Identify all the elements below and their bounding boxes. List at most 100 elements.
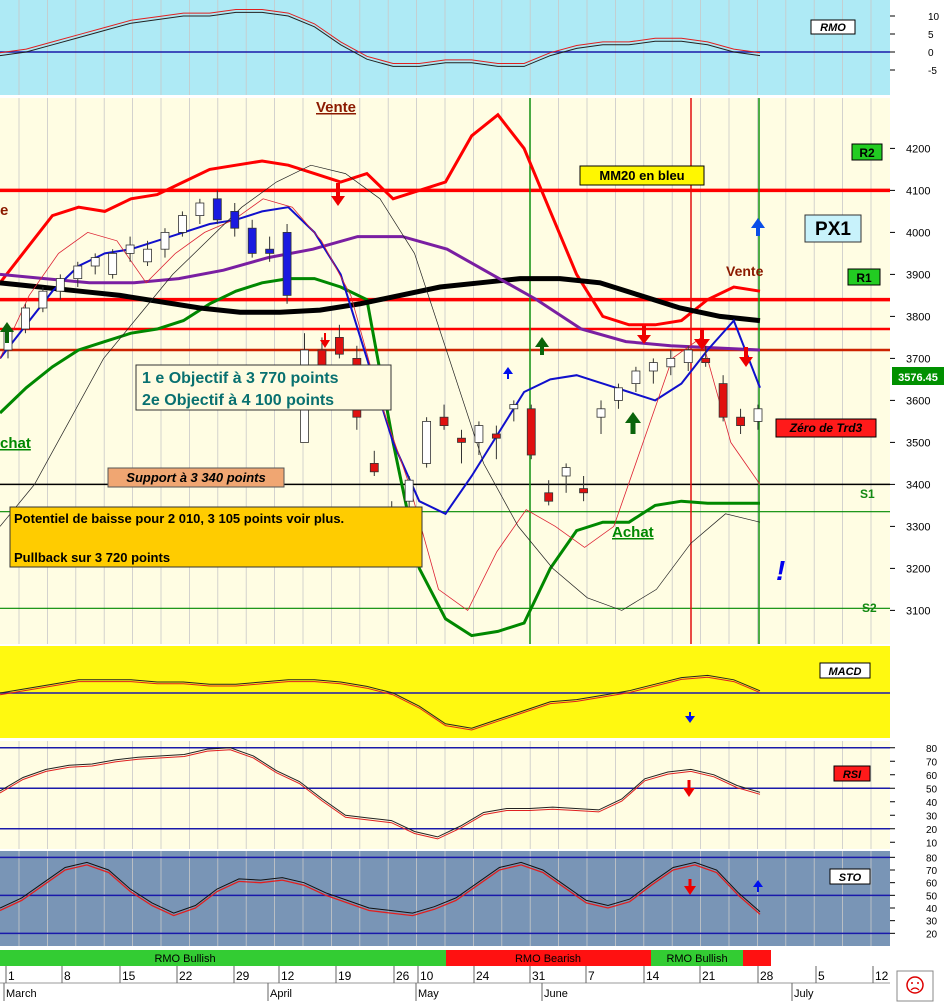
price-tick-label: 3200 — [906, 563, 930, 575]
candle-body — [90, 257, 100, 267]
candle-body — [631, 370, 641, 385]
chart-stage: -5 0 5 10 RMO 3100 3200 3300 3400 3500 3600 3700 3… — [0, 0, 948, 1003]
candle-body — [718, 383, 728, 418]
candle-body — [247, 227, 257, 254]
band-rmo-bullish-1 — [0, 950, 446, 966]
r2-label: R2 — [859, 146, 875, 160]
price-tick-label: 3300 — [906, 521, 930, 533]
objective-2: 2e Objectif à 4 100 points — [142, 392, 334, 409]
day-label: 7 — [588, 969, 595, 983]
day-label: 12 — [281, 969, 295, 983]
day-label: 26 — [396, 969, 410, 983]
vente-annotation-2: Vente — [726, 263, 764, 279]
vente-annotation: Vente — [316, 99, 356, 116]
sto-tick-label: 70 — [926, 866, 938, 877]
day-label: 1 — [8, 969, 15, 983]
sad-face-icon[interactable] — [896, 970, 934, 1002]
candle-body — [369, 462, 379, 473]
sto-tick-label: 40 — [926, 904, 938, 915]
sto-tick-label: 80 — [926, 853, 938, 864]
day-label: 15 — [122, 969, 136, 983]
candle-body — [422, 420, 432, 464]
macd-label: MACD — [829, 666, 862, 678]
right-axis-bg — [890, 0, 948, 948]
candle-body — [561, 467, 571, 477]
day-label: 28 — [760, 969, 774, 983]
candle-body — [334, 336, 344, 355]
zero-trd3-annotation: Zéro de Trd3 — [789, 421, 863, 435]
month-label: June — [544, 988, 568, 1000]
support-annotation: Support à 3 340 points — [126, 470, 265, 485]
candle-body — [491, 433, 501, 439]
candle-body — [648, 362, 658, 372]
price-tick-label: 3700 — [906, 353, 930, 365]
day-label: 8 — [64, 969, 71, 983]
candle-body — [38, 290, 48, 309]
mm20-annotation: MM20 en bleu — [599, 168, 684, 183]
rsi-tick-label: 60 — [926, 771, 938, 782]
candle-body — [509, 404, 519, 410]
candle-body — [73, 265, 83, 280]
sto-tick-label: 60 — [926, 879, 938, 890]
candle-body — [666, 357, 676, 368]
rsi-tick-label: 80 — [926, 744, 938, 755]
band-label: RMO Bullish — [154, 953, 215, 965]
rmo-tick-label: 5 — [928, 30, 934, 41]
candle-body — [404, 479, 414, 502]
potential-annotation: Potentiel de baisse pour 2 010, 3 105 po… — [14, 511, 344, 526]
price-tick-label: 3800 — [906, 311, 930, 323]
band-label: RMO Bullish — [666, 953, 727, 965]
day-label: 5 — [818, 969, 825, 983]
day-label: 10 — [420, 969, 434, 983]
candle-body — [143, 248, 152, 263]
candle-body — [178, 215, 187, 233]
last-price: 3576.45 — [898, 372, 938, 384]
s2-label: S2 — [862, 601, 877, 615]
price-tick-label: 4200 — [906, 143, 930, 155]
price-tick-label: 3100 — [906, 605, 930, 617]
candle-body — [526, 408, 536, 456]
price-tick-label: 4100 — [906, 185, 930, 197]
candle-body — [753, 408, 763, 422]
candle-body — [265, 248, 275, 254]
candle-body — [474, 425, 484, 443]
rmo-tick-label: 10 — [928, 12, 940, 23]
rmo-label: RMO — [820, 22, 846, 34]
candle-body — [736, 416, 745, 427]
month-label: July — [794, 988, 814, 1000]
candle-body — [125, 244, 135, 254]
month-label: April — [270, 988, 292, 1000]
candle-body — [282, 231, 292, 296]
candle-body — [701, 357, 711, 363]
price-tick-label: 4000 — [906, 227, 930, 239]
candle-body — [439, 416, 449, 427]
achat-annotation: Achat — [612, 524, 654, 541]
pullback-annotation: Pullback sur 3 720 points — [14, 550, 170, 565]
day-label: 19 — [338, 969, 352, 983]
candle-body — [544, 492, 554, 502]
month-label: March — [6, 988, 37, 1000]
candle-body — [230, 210, 240, 229]
rsi-tick-label: 30 — [926, 811, 938, 822]
rmo-tick-label: 0 — [928, 48, 934, 59]
candle-body — [160, 231, 170, 250]
sto-label: STO — [839, 872, 862, 884]
achat-annotation-left: chat — [0, 435, 31, 452]
price-tick-label: 3600 — [906, 395, 930, 407]
candle-body — [579, 488, 588, 494]
candle-body — [457, 437, 466, 443]
objective-1: 1 e Objectif à 3 770 points — [142, 370, 339, 387]
day-label: 22 — [179, 969, 193, 983]
macd-panel-bg — [0, 646, 890, 738]
rsi-tick-label: 70 — [926, 757, 938, 768]
rsi-tick-label: 20 — [926, 825, 938, 836]
candle-body — [212, 198, 222, 221]
candle-body — [596, 408, 606, 418]
day-label: 14 — [646, 969, 660, 983]
band-red-end — [743, 950, 771, 966]
price-tick-label: 3900 — [906, 269, 930, 281]
day-label: 31 — [532, 969, 546, 983]
rmo-tick-label: -5 — [928, 66, 937, 77]
price-tick-label: 3500 — [906, 437, 930, 449]
day-label: 21 — [702, 969, 716, 983]
